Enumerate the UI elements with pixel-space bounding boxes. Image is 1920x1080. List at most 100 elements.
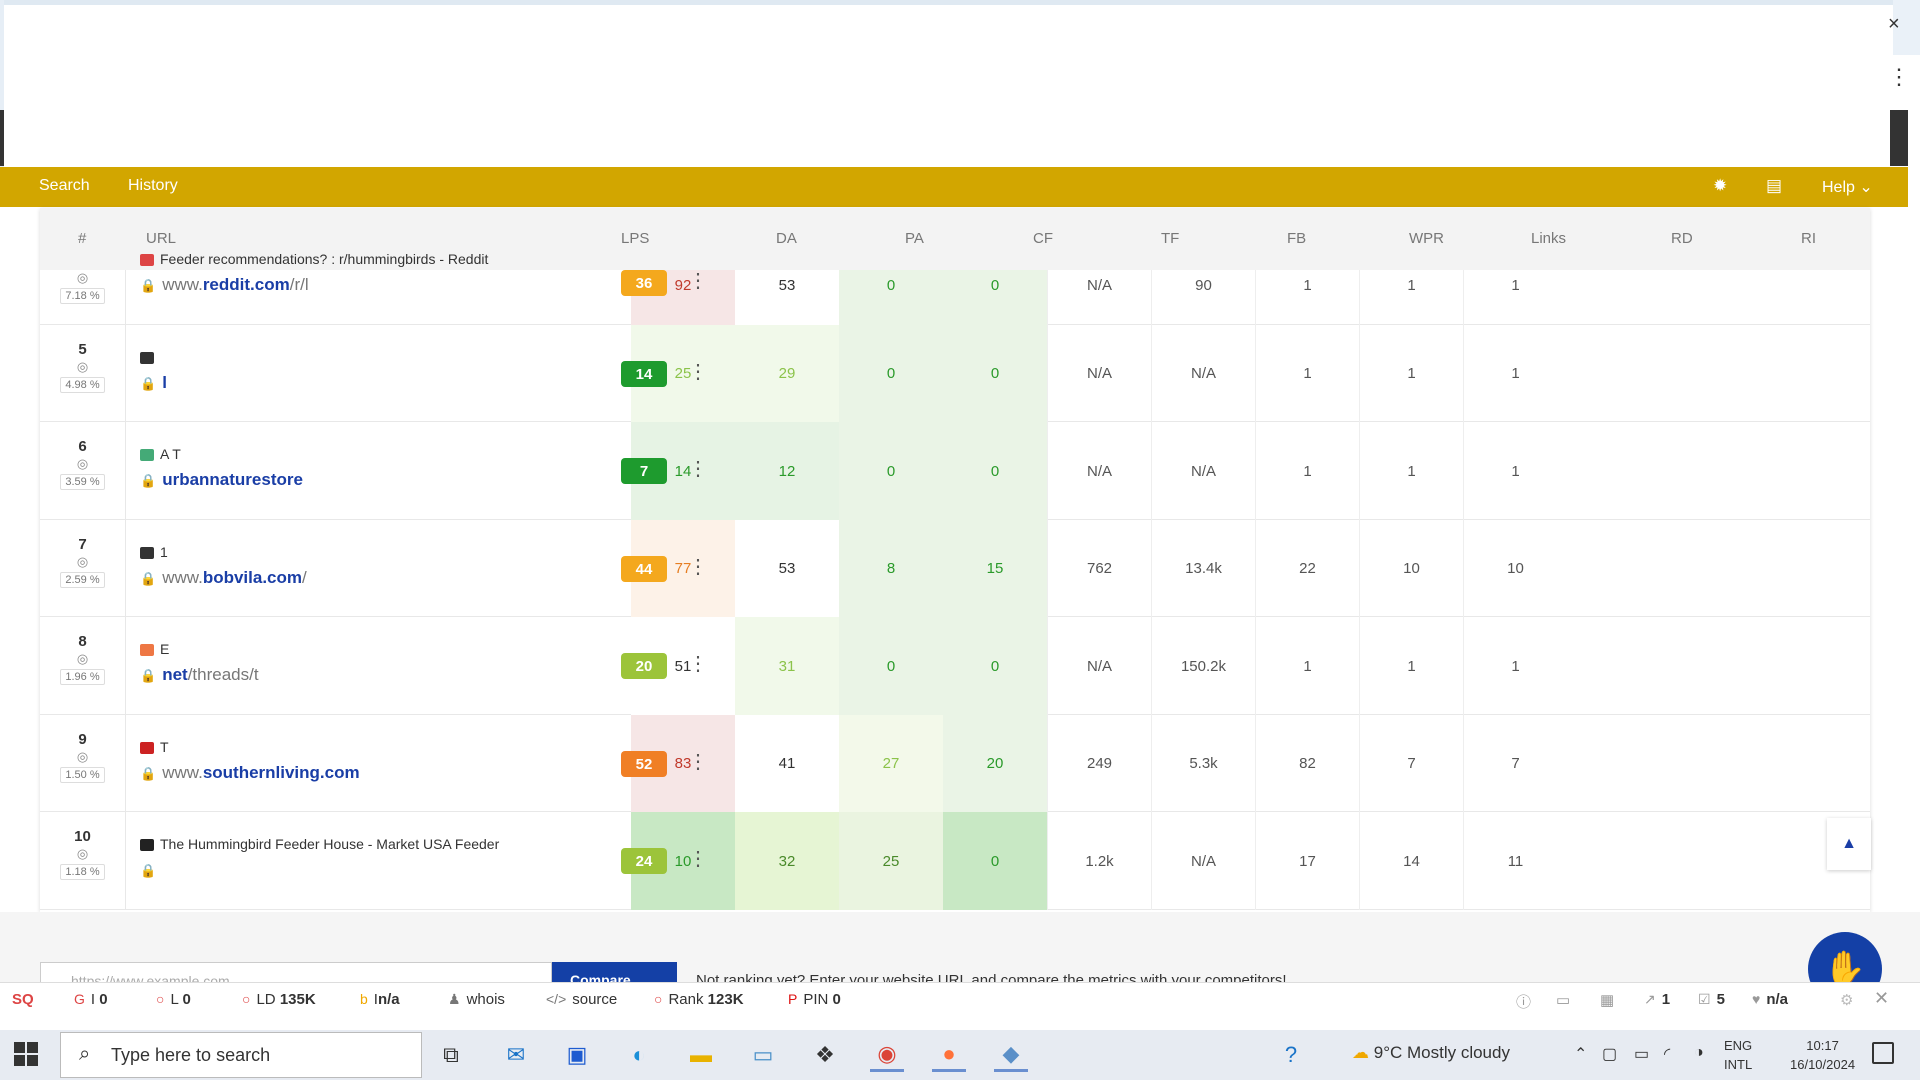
seo-rank[interactable]: ○ Rank 123K: [654, 991, 744, 1008]
hide-eye-icon[interactable]: ◎: [40, 651, 125, 667]
firefox-icon[interactable]: ●: [932, 1038, 966, 1072]
result-title[interactable]: A T: [140, 446, 181, 462]
result-title[interactable]: E: [140, 641, 169, 657]
result-url[interactable]: 🔒: [140, 860, 162, 880]
social-count[interactable]: ♥ n/a: [1752, 991, 1788, 1008]
hide-eye-icon[interactable]: ◎: [40, 846, 125, 862]
volume-icon[interactable]: ◑: [1694, 1044, 1704, 1062]
result-url[interactable]: 🔒 www.reddit.com/r/l: [140, 275, 309, 295]
header-rd[interactable]: RD: [1671, 230, 1693, 247]
header-lps[interactable]: LPS: [621, 230, 649, 247]
seo-link-domains[interactable]: ○ LD 135K: [242, 991, 316, 1008]
result-title[interactable]: 1: [140, 544, 168, 560]
density-icon[interactable]: ▭: [1556, 991, 1570, 1009]
cell-wpr: 13.4k: [1151, 520, 1255, 617]
lps-badge: 36: [621, 270, 667, 296]
url-cell: E 🔒 net/threads/t: [140, 617, 600, 715]
result-url[interactable]: 🔒 www.bobvila.com/: [140, 568, 307, 588]
url-domain: bobvila.com: [202, 568, 302, 587]
close-icon[interactable]: ×: [1888, 13, 1900, 36]
app-icon[interactable]: ◆: [994, 1038, 1028, 1072]
hide-eye-icon[interactable]: ◎: [40, 359, 125, 375]
header-wpr[interactable]: WPR: [1409, 230, 1444, 247]
external-links-count[interactable]: ↗ 1: [1644, 991, 1670, 1008]
taskbar-search-input[interactable]: ⌕ Type here to search: [60, 1032, 422, 1078]
file-explorer-icon[interactable]: ▬: [684, 1038, 718, 1072]
hide-eye-icon[interactable]: ◎: [40, 270, 125, 286]
header-pa[interactable]: PA: [905, 230, 924, 247]
rank-number: 5: [78, 341, 87, 358]
gear-icon[interactable]: ✹: [1713, 176, 1727, 196]
header-cf[interactable]: CF: [1033, 230, 1053, 247]
url-prefix: www.: [162, 275, 203, 294]
chrome-icon[interactable]: ◉: [870, 1038, 904, 1072]
row-menu-icon[interactable]: ⋮: [688, 359, 708, 384]
seo-whois[interactable]: ♟ whois: [448, 991, 505, 1008]
tab-history[interactable]: History: [128, 177, 178, 195]
taskbar-search-placeholder: Type here to search: [111, 1045, 271, 1065]
info-icon[interactable]: ⓘ: [1516, 991, 1531, 1012]
seo-source[interactable]: </> source: [546, 991, 617, 1008]
dropbox-icon[interactable]: ❖: [808, 1038, 842, 1072]
seo-bing-index[interactable]: b In/a: [360, 991, 400, 1008]
help-icon[interactable]: ?: [1274, 1038, 1308, 1072]
result-url[interactable]: 🔒 net/threads/t: [140, 665, 259, 685]
row-menu-icon[interactable]: ⋮: [688, 651, 708, 676]
settings-icon[interactable]: ⚙: [1840, 991, 1853, 1009]
result-title[interactable]: The Hummingbird Feeder House - Market US…: [140, 836, 499, 852]
url-cell: The Hummingbird Feeder House - Market US…: [140, 812, 600, 910]
result-title[interactable]: Feeder recommendations? : r/hummingbirds…: [140, 251, 488, 267]
cell-ri: 1: [1463, 617, 1567, 715]
windows-start-icon[interactable]: [14, 1042, 38, 1066]
notification-icon[interactable]: [1872, 1042, 1894, 1064]
seo-pinterest[interactable]: P PIN 0: [788, 991, 841, 1008]
result-url[interactable]: 🔒 urbannaturestore: [140, 470, 303, 490]
cell-pa: 29: [735, 325, 839, 422]
header-da[interactable]: DA: [776, 230, 797, 247]
help-menu[interactable]: Help ⌄: [1822, 177, 1873, 197]
compare-url-input[interactable]: https://www.example.com: [40, 962, 552, 982]
row-menu-icon[interactable]: ⋮: [688, 846, 708, 871]
header-tf[interactable]: TF: [1161, 230, 1179, 247]
seoquake-logo-icon[interactable]: SQ: [12, 991, 34, 1008]
battery-icon[interactable]: ▭: [1634, 1044, 1649, 1064]
computer-icon[interactable]: ▭: [746, 1038, 780, 1072]
seo-links[interactable]: ○ L 0: [156, 991, 191, 1008]
weather-widget[interactable]: ☁ 9°C Mostly cloudy: [1352, 1043, 1510, 1063]
task-view-icon[interactable]: ⧉: [434, 1038, 468, 1072]
header-ri[interactable]: RI: [1801, 230, 1816, 247]
row-menu-icon[interactable]: ⋮: [688, 554, 708, 579]
header-links[interactable]: Links: [1531, 230, 1566, 247]
clock[interactable]: 10:17 16/10/2024: [1790, 1036, 1855, 1074]
scroll-to-top-button[interactable]: ▲: [1827, 818, 1871, 870]
result-url[interactable]: 🔒 www.southernliving.com: [140, 763, 360, 783]
result-title[interactable]: [140, 349, 160, 365]
diagnosis-icon[interactable]: ▦: [1600, 991, 1614, 1009]
hide-eye-icon[interactable]: ◎: [40, 749, 125, 765]
internal-links-count[interactable]: ☑ 5: [1698, 991, 1725, 1008]
close-seobar-icon[interactable]: ✕: [1874, 988, 1889, 1009]
meet-now-icon[interactable]: ▢: [1602, 1044, 1617, 1064]
store-icon[interactable]: ▣: [560, 1038, 594, 1072]
hide-eye-icon[interactable]: ◎: [40, 554, 125, 570]
keyboard-icon[interactable]: ▤: [1766, 176, 1782, 196]
seo-google-index[interactable]: GI 0: [74, 991, 108, 1008]
hide-eye-icon[interactable]: ◎: [40, 456, 125, 472]
mail-icon[interactable]: ✉: [499, 1038, 533, 1072]
result-title[interactable]: T: [140, 739, 169, 755]
cell-tf: 20: [943, 715, 1047, 812]
wifi-icon[interactable]: ◜: [1664, 1044, 1670, 1064]
row-menu-icon[interactable]: ⋮: [688, 268, 708, 293]
row-menu-icon[interactable]: ⋮: [688, 456, 708, 481]
row-menu-icon[interactable]: ⋮: [688, 749, 708, 774]
header-fb[interactable]: FB: [1287, 230, 1306, 247]
result-url[interactable]: 🔒 l: [140, 373, 167, 393]
chevron-up-icon[interactable]: ⌃: [1574, 1044, 1587, 1064]
language-indicator[interactable]: ENG INTL: [1724, 1036, 1752, 1074]
compare-button[interactable]: Compare: [552, 962, 677, 982]
edge-icon[interactable]: ◐: [622, 1038, 656, 1072]
cell-links: 22: [1255, 520, 1359, 617]
browser-menu-icon[interactable]: ⋮: [1888, 66, 1910, 88]
cell-wpr: N/A: [1151, 812, 1255, 910]
tab-search[interactable]: Search: [39, 177, 90, 195]
